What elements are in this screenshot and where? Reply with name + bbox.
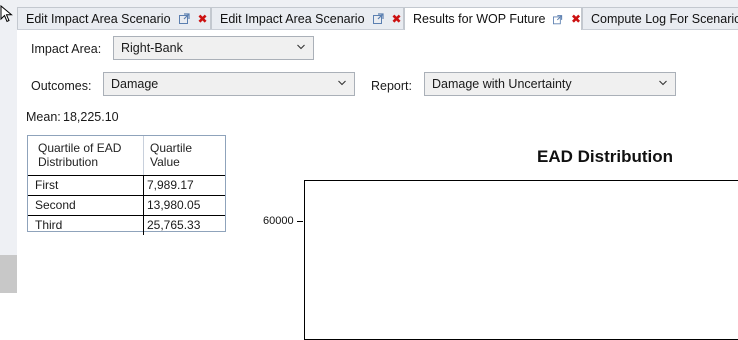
impact-area-value: Right-Bank	[121, 41, 183, 55]
chevron-down-icon	[659, 80, 667, 86]
tab-label: Compute Log For Scenario: W	[591, 11, 738, 26]
outcomes-label: Outcomes:	[31, 79, 92, 93]
tab-label: Edit Impact Area Scenario	[26, 11, 171, 26]
impact-area-dropdown[interactable]: Right-Bank	[113, 36, 314, 60]
y-axis-tick-label: 60000	[263, 215, 294, 227]
mean-value: 18,225.10	[63, 110, 119, 124]
value-cell: 7,989.17	[147, 178, 194, 192]
quartile-cell: First	[28, 176, 144, 195]
close-icon[interactable]: ✖	[198, 12, 208, 26]
y-axis-tick	[297, 221, 303, 222]
popout-icon[interactable]	[178, 13, 190, 24]
quartile-table: Quartile of EAD Distribution Quartile Va…	[27, 135, 226, 235]
close-icon[interactable]: ✖	[392, 12, 402, 26]
value-cell: 13,980.05	[147, 198, 201, 212]
report-dropdown[interactable]: Damage with Uncertainty	[424, 72, 676, 96]
tab-edit-impact-area-scenario-2[interactable]: Edit Impact Area Scenario ✖	[211, 7, 404, 29]
column-header-quartile[interactable]: Quartile of EAD Distribution	[28, 136, 144, 175]
table-row[interactable]: Third 25,765.33	[28, 216, 225, 235]
tab-compute-log[interactable]: Compute Log For Scenario: W	[582, 7, 738, 29]
tab-label: Edit Impact Area Scenario	[220, 11, 365, 26]
mouse-cursor-icon	[0, 5, 13, 23]
results-content-panel: Impact Area: Right-Bank Outcomes: Damage…	[17, 30, 738, 340]
chevron-down-icon	[297, 44, 305, 50]
report-value: Damage with Uncertainty	[432, 77, 572, 91]
table-row[interactable]: Second 13,980.05	[28, 196, 225, 216]
close-icon[interactable]: ✖	[571, 12, 581, 26]
tab-label: Results for WOP Future	[413, 12, 546, 26]
outcomes-value: Damage	[111, 77, 159, 91]
impact-area-label: Impact Area:	[31, 42, 102, 56]
chevron-down-icon	[338, 80, 346, 86]
tab-results-wop-future[interactable]: Results for WOP Future ✖	[404, 7, 582, 30]
tab-edit-impact-area-scenario-1[interactable]: Edit Impact Area Scenario ✖	[17, 7, 211, 29]
report-label: Report:	[371, 79, 412, 93]
left-panel-strip	[0, 0, 18, 293]
popout-icon[interactable]	[372, 13, 384, 24]
quartile-cell: Second	[28, 196, 144, 215]
popout-icon[interactable]	[553, 14, 563, 25]
chart-plot-area	[304, 180, 738, 340]
panel-scroll-gripper[interactable]	[0, 255, 17, 293]
mean-label: Mean:	[26, 110, 61, 124]
outcomes-dropdown[interactable]: Damage	[103, 72, 355, 96]
table-row[interactable]: First 7,989.17	[28, 176, 225, 196]
document-tab-strip: Edit Impact Area Scenario ✖ Edit Impact …	[17, 0, 738, 30]
quartile-table-header: Quartile of EAD Distribution Quartile Va…	[28, 136, 225, 176]
column-header-value[interactable]: Quartile Value	[144, 136, 225, 175]
quartile-cell: Third	[28, 216, 144, 235]
value-cell: 25,765.33	[147, 218, 201, 232]
chart-title: EAD Distribution	[537, 147, 673, 166]
